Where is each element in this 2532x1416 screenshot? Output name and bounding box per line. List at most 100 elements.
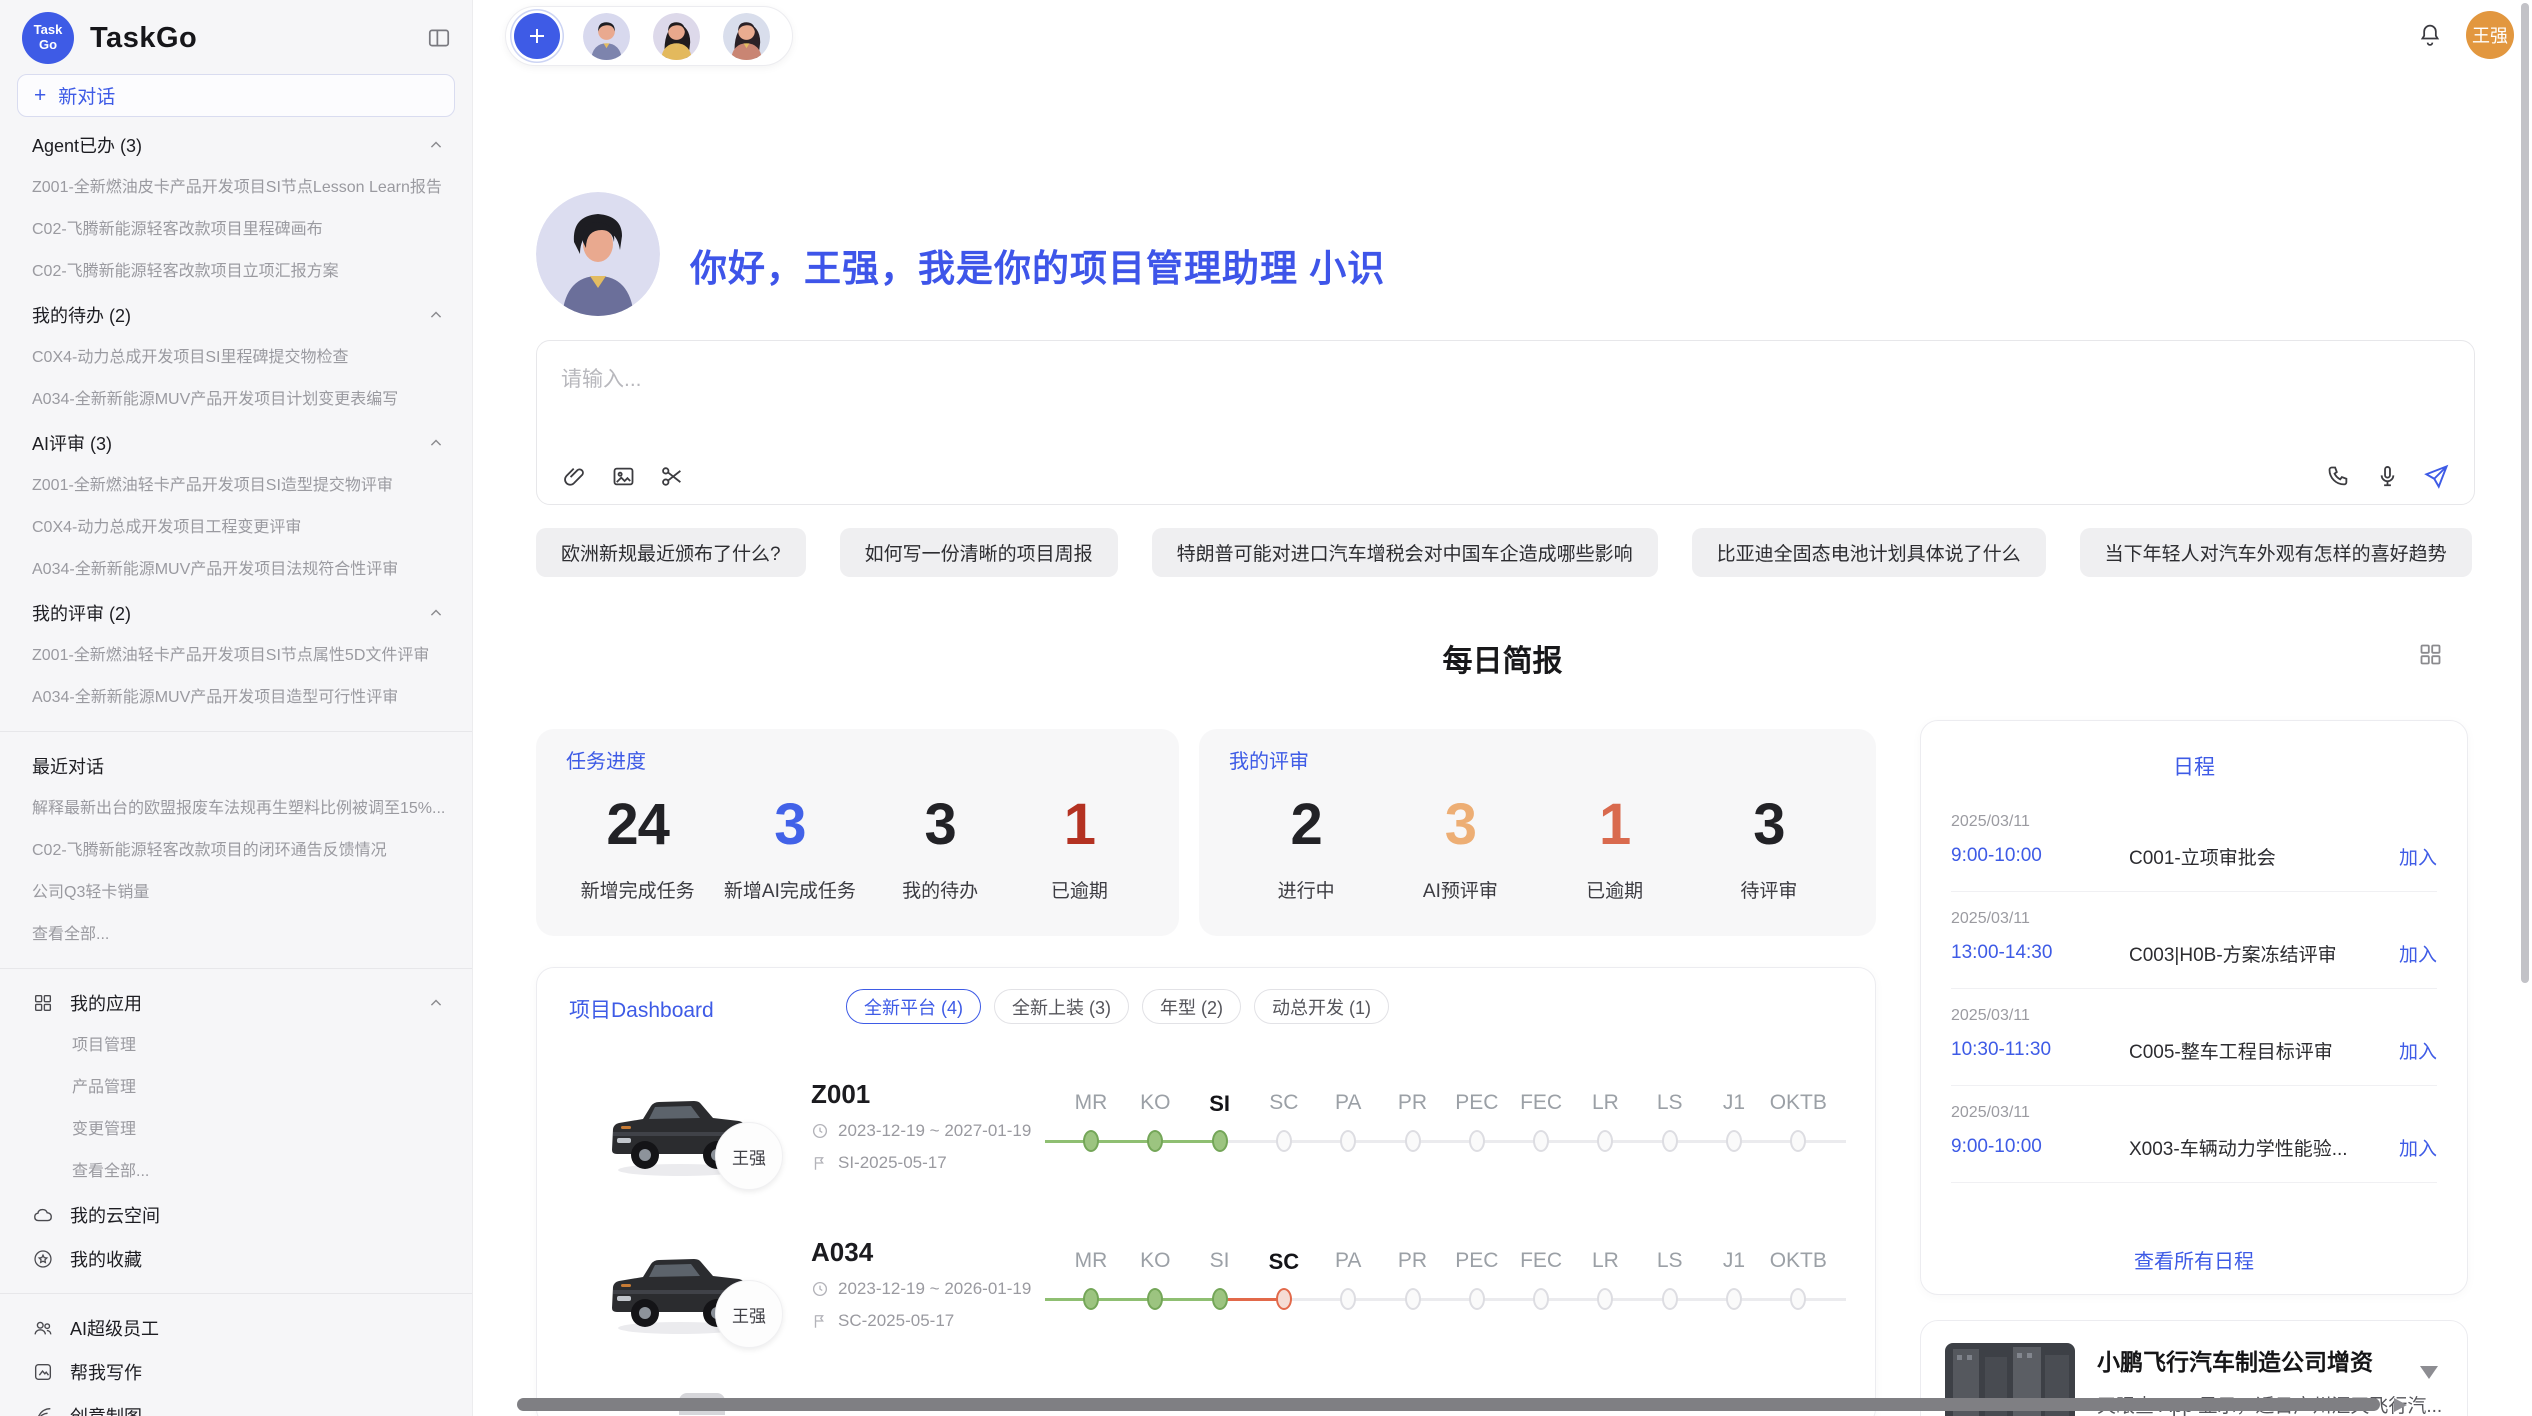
sidebar-task-item[interactable]: Z001-全新燃油皮卡产品开发项目SI节点Lesson Learn报告 <box>0 167 472 209</box>
project-code[interactable]: Z001 <box>811 1079 1031 1109</box>
sidebar-task-item[interactable]: Z001-全新燃油轻卡产品开发项目SI节点属性5D文件评审 <box>0 635 472 677</box>
attachment-icon[interactable] <box>561 463 588 490</box>
join-link[interactable]: 加入 <box>2399 1037 2437 1064</box>
milestone-line <box>1477 1140 1541 1143</box>
milestone-dot[interactable] <box>1340 1288 1356 1310</box>
scissors-icon[interactable] <box>659 463 686 490</box>
suggestion-chip[interactable]: 特朗普可能对进口汽车增税会对中国车企造成哪些影响 <box>1152 528 1658 577</box>
sidebar-task-item[interactable]: C02-飞腾新能源轻客改款项目立项汇报方案 <box>0 251 472 293</box>
milestone-dot[interactable] <box>1726 1130 1742 1152</box>
dashboard-filter-chip[interactable]: 全新平台 (4) <box>846 989 981 1024</box>
milestone-dot[interactable] <box>1212 1288 1228 1310</box>
dashboard-filter-chip[interactable]: 年型 (2) <box>1142 989 1241 1024</box>
sidebar-section-header[interactable]: AI评审 (3) <box>0 421 472 465</box>
sidebar-task-item[interactable]: C0X4-动力总成开发项目SI里程碑提交物检查 <box>0 337 472 379</box>
milestone-dot[interactable] <box>1083 1288 1099 1310</box>
sidebar-task-item[interactable]: C02-飞腾新能源轻客改款项目里程碑画布 <box>0 209 472 251</box>
scroll-down-arrow[interactable] <box>2420 1366 2438 1379</box>
sidebar-task-item[interactable]: C0X4-动力总成开发项目工程变更评审 <box>0 507 472 549</box>
milestone-dot[interactable] <box>1469 1130 1485 1152</box>
milestone-dot[interactable] <box>1533 1130 1549 1152</box>
view-all-schedule-link[interactable]: 查看所有日程 <box>1921 1245 2467 1274</box>
milestone-dot[interactable] <box>1597 1130 1613 1152</box>
recent-chat-item[interactable]: 解释最新出台的欧盟报废车法规再生塑料比例被调至15%... <box>0 788 472 830</box>
schedule-date: 2025/03/11 <box>1951 813 2437 831</box>
milestone-dot[interactable] <box>1726 1288 1742 1310</box>
app-item[interactable]: 产品管理 <box>0 1067 472 1109</box>
vertical-scrollbar[interactable] <box>2521 3 2529 983</box>
milestone-dot[interactable] <box>1405 1288 1421 1310</box>
view-all-apps-link[interactable]: 查看全部... <box>0 1151 472 1193</box>
suggestion-chip[interactable]: 当下年轻人对汽车外观有怎样的喜好趋势 <box>2080 528 2472 577</box>
recent-chat-item[interactable]: 公司Q3轻卡销量 <box>0 872 472 914</box>
milestone-dot[interactable] <box>1790 1130 1806 1152</box>
milestone-dot[interactable] <box>1083 1130 1099 1152</box>
suggestion-chip[interactable]: 如何写一份清晰的项目周报 <box>840 528 1118 577</box>
recent-chat-item[interactable]: C02-飞腾新能源轻客改款项目的闭环通告反馈情况 <box>0 830 472 872</box>
add-assistant-button[interactable] <box>514 13 560 59</box>
new-chat-button[interactable]: + 新对话 <box>17 74 455 117</box>
milestone-line <box>1220 1140 1284 1143</box>
sidebar-section-header[interactable]: 我的评审 (2) <box>0 591 472 635</box>
join-link[interactable]: 加入 <box>2399 843 2437 870</box>
image-icon[interactable] <box>610 463 637 490</box>
section-label: 我的待办 (2) <box>32 302 131 328</box>
assistant-avatar-3[interactable] <box>723 13 770 60</box>
sidebar-tool-write[interactable]: 帮我写作 <box>0 1350 472 1394</box>
app-item[interactable]: 变更管理 <box>0 1109 472 1151</box>
milestone-dot[interactable] <box>1533 1288 1549 1310</box>
milestone-dot[interactable] <box>1662 1288 1678 1310</box>
stat: 2进行中 <box>1251 796 1361 903</box>
assistant-avatar-1[interactable] <box>583 13 630 60</box>
sidebar-task-item[interactable]: Z001-全新燃油轻卡产品开发项目SI造型提交物评审 <box>0 465 472 507</box>
dashboard-filter-chip[interactable]: 全新上装 (3) <box>994 989 1129 1024</box>
phone-icon[interactable] <box>2325 463 2352 490</box>
join-link[interactable]: 加入 <box>2399 1134 2437 1161</box>
project-code[interactable]: A034 <box>811 1237 1031 1267</box>
stats-row: 2进行中3AI预评审1已逾期3待评审 <box>1229 796 1846 903</box>
sidebar-section-header[interactable]: 我的待办 (2) <box>0 293 472 337</box>
milestone-dot[interactable] <box>1662 1130 1678 1152</box>
milestone-dot[interactable] <box>1340 1130 1356 1152</box>
app-item[interactable]: 项目管理 <box>0 1025 472 1067</box>
send-icon[interactable] <box>2423 463 2450 490</box>
milestone-dot[interactable] <box>1405 1130 1421 1152</box>
sidebar-task-item[interactable]: A034-全新新能源MUV产品开发项目计划变更表编写 <box>0 379 472 421</box>
milestone-dot[interactable] <box>1469 1288 1485 1310</box>
milestone-dot[interactable] <box>1147 1288 1163 1310</box>
user-avatar[interactable]: 王强 <box>2466 11 2514 59</box>
assistant-avatar-2[interactable] <box>653 13 700 60</box>
view-all-chats-link[interactable]: 查看全部... <box>0 914 472 956</box>
sidebar-toggle-icon[interactable] <box>426 25 452 51</box>
sidebar-section-header[interactable]: Agent已办 (3) <box>0 123 472 167</box>
suggestion-chip[interactable]: 欧洲新规最近颁布了什么? <box>536 528 806 577</box>
chat-input[interactable] <box>559 363 2452 397</box>
scroll-right-arrow[interactable] <box>2394 1398 2407 1412</box>
microphone-icon[interactable] <box>2374 463 2401 490</box>
notification-bell-icon[interactable] <box>2416 21 2444 54</box>
stat: 1已逾期 <box>1024 796 1134 903</box>
my-favorites-item[interactable]: 我的收藏 <box>0 1237 472 1281</box>
milestone-line <box>1348 1140 1412 1143</box>
sidebar-task-item[interactable]: A034-全新新能源MUV产品开发项目法规符合性评审 <box>0 549 472 591</box>
milestone-dot[interactable] <box>1276 1288 1292 1310</box>
my-apps-header[interactable]: 我的应用 <box>0 981 472 1025</box>
milestone-dot[interactable] <box>1597 1288 1613 1310</box>
my-cloud-space-item[interactable]: 我的云空间 <box>0 1193 472 1237</box>
dashboard-filter-chip[interactable]: 动总开发 (1) <box>1254 989 1389 1024</box>
sidebar-task-item[interactable]: A034-全新新能源MUV产品开发项目造型可行性评审 <box>0 677 472 719</box>
sidebar-tool-people[interactable]: AI超级员工 <box>0 1306 472 1350</box>
layout-grid-icon[interactable] <box>2417 641 2444 673</box>
horizontal-scrollbar[interactable] <box>517 1398 2380 1411</box>
stat-label: 待评审 <box>1740 876 1797 903</box>
suggestion-chip[interactable]: 比亚迪全固态电池计划具体说了什么 <box>1692 528 2046 577</box>
sidebar-tool-quill[interactable]: 创意制图 <box>0 1394 472 1416</box>
milestone-dot[interactable] <box>1790 1288 1806 1310</box>
milestone-dot[interactable] <box>1147 1130 1163 1152</box>
project-flag-note: SI-2025-05-17 <box>811 1153 1031 1173</box>
composer-right-tools <box>2325 463 2450 490</box>
milestone-label: KO <box>1140 1249 1170 1273</box>
join-link[interactable]: 加入 <box>2399 940 2437 967</box>
milestone-dot[interactable] <box>1276 1130 1292 1152</box>
milestone-dot[interactable] <box>1212 1130 1228 1152</box>
